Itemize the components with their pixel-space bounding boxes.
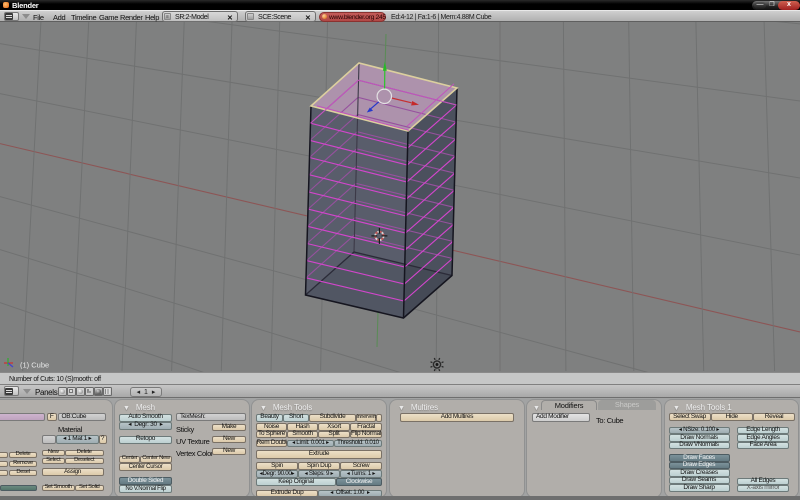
svg-text:(1) Cube: (1) Cube bbox=[20, 361, 49, 370]
